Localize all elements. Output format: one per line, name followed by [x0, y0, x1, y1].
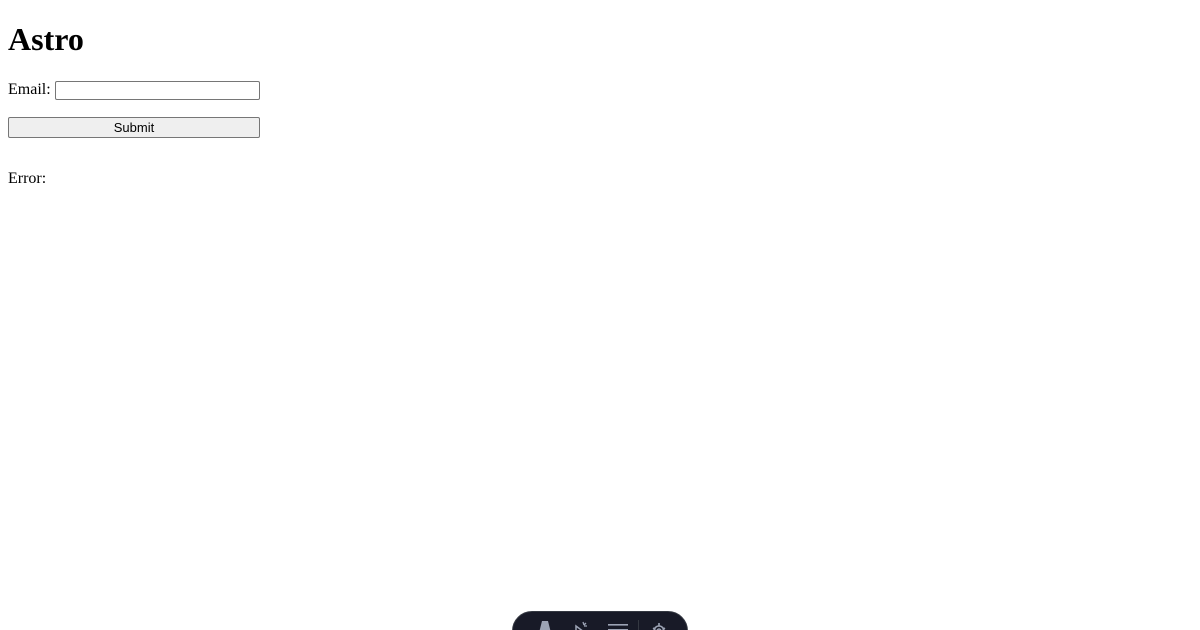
email-field[interactable]: [54, 80, 260, 100]
dev-toolbar: [512, 611, 688, 630]
astro-logo-icon[interactable]: [527, 620, 563, 630]
gear-icon[interactable]: [641, 620, 677, 630]
toolbar-divider: [637, 620, 639, 630]
cursor-sparkle-icon[interactable]: [563, 620, 599, 630]
page: Astro Email: Submit Error:: [0, 0, 1200, 630]
submit-button[interactable]: Submit: [8, 117, 260, 138]
page-title: Astro: [8, 21, 84, 57]
email-row: Email:: [8, 79, 260, 101]
error-label: Error:: [8, 170, 47, 187]
main-content: Astro Email: Submit Error:: [8, 0, 260, 188]
menu-lines-icon[interactable]: [600, 620, 636, 630]
email-label: Email:: [8, 81, 51, 98]
